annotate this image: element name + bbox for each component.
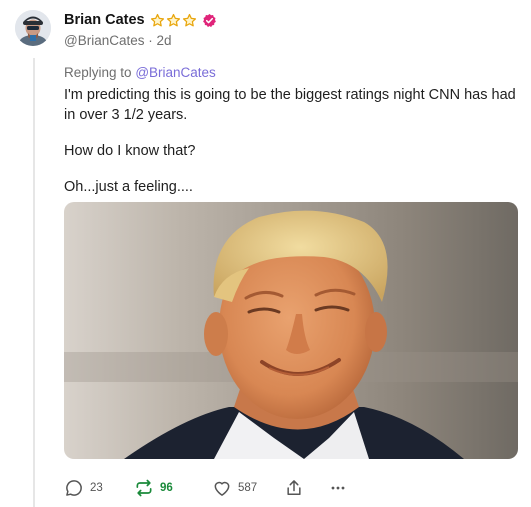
post-body: Replying to @BrianCates I'm predicting t… — [64, 65, 517, 213]
action-bar: 23 96 587 — [64, 477, 348, 499]
share-button[interactable] — [284, 478, 328, 498]
like-count: 587 — [238, 482, 258, 494]
post-photo — [64, 202, 518, 459]
restack-icon — [136, 479, 152, 497]
star-icon — [166, 13, 180, 26]
star-icon — [150, 13, 164, 26]
author-handle[interactable]: @BrianCates — [64, 33, 145, 48]
post-text-paragraph: Oh...just a feeling.... — [64, 179, 193, 195]
reply-button[interactable]: 23 — [64, 478, 134, 498]
separator-dot: · — [144, 33, 157, 48]
restack-count: 96 — [160, 482, 173, 494]
like-button[interactable]: 587 — [212, 478, 284, 498]
post-header: Brian Cates @BrianCates · 2d — [64, 10, 521, 48]
heart-icon — [214, 481, 230, 496]
more-icon — [331, 486, 345, 490]
share-icon — [287, 480, 301, 495]
replying-to-label: Replying to — [64, 65, 132, 80]
more-options-button[interactable] — [328, 478, 348, 498]
post-text-paragraph: I'm predicting this is going to be the b… — [64, 87, 516, 123]
thread-line — [33, 58, 35, 507]
reply-mention-link[interactable]: @BrianCates — [135, 65, 216, 80]
avatar-image — [15, 10, 51, 46]
comment-icon — [66, 480, 82, 496]
reply-count: 23 — [90, 482, 103, 494]
author-row: Brian Cates — [64, 10, 521, 30]
post-time[interactable]: 2d — [157, 33, 172, 48]
post-text-paragraph: How do I know that? — [64, 143, 196, 159]
author-name[interactable]: Brian Cates — [64, 12, 145, 28]
verified-badge-icon — [202, 13, 216, 27]
star-rating — [150, 13, 197, 28]
post-image[interactable] — [64, 202, 518, 459]
star-icon — [182, 13, 196, 26]
avatar[interactable] — [15, 10, 51, 46]
replying-to: Replying to @BrianCates — [64, 65, 517, 80]
handle-row: @BrianCates · 2d — [64, 33, 521, 48]
restack-button[interactable]: 96 — [134, 478, 212, 498]
